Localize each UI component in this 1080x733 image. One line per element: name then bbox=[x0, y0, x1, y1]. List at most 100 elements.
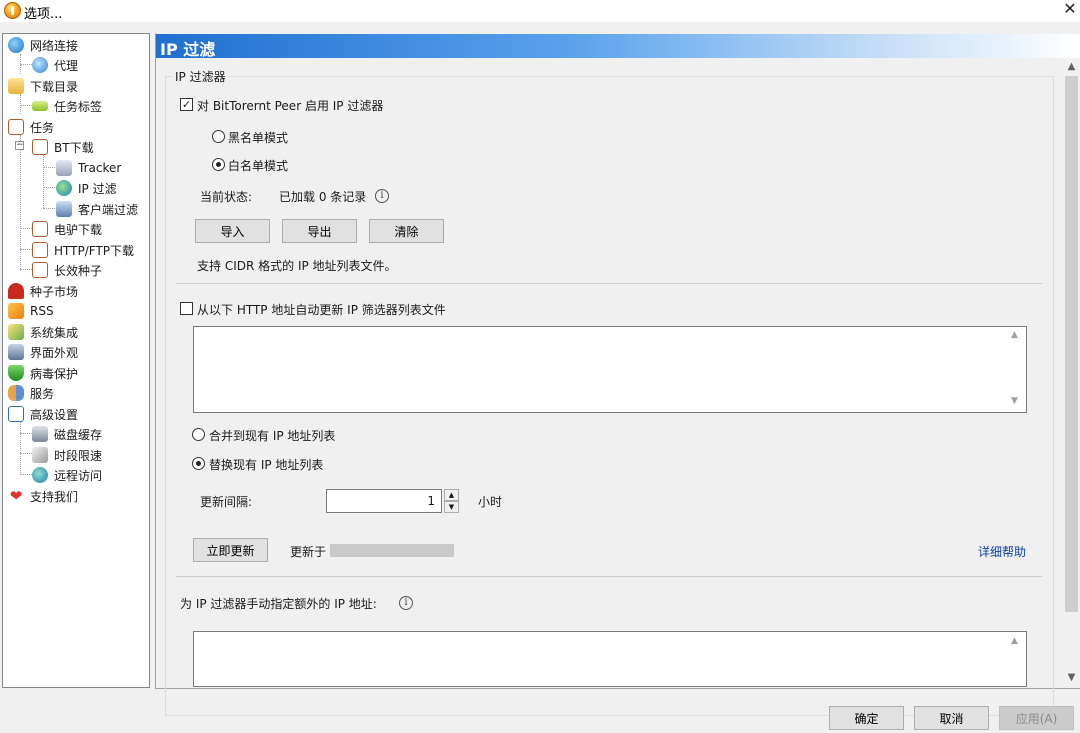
interval-unit: 小时 bbox=[478, 495, 503, 509]
group-label: IP 过滤器 bbox=[172, 68, 229, 85]
ok-button[interactable]: 确定 bbox=[829, 706, 904, 730]
update-now-button[interactable]: 立即更新 bbox=[193, 538, 268, 562]
sidebar-item-network[interactable]: 网络连接 bbox=[8, 35, 78, 55]
scroll-down-icon[interactable]: ▼ bbox=[1063, 669, 1080, 686]
folder-open-icon bbox=[8, 78, 24, 94]
proxy-globe-icon bbox=[32, 57, 48, 73]
scroll-thumb[interactable] bbox=[1065, 76, 1078, 612]
disk-cache-icon bbox=[32, 426, 48, 442]
manual-ip-label: 为 IP 过滤器手动指定额外的 IP 地址: bbox=[180, 597, 377, 611]
sidebar-item-rss[interactable]: RSS bbox=[8, 301, 54, 321]
import-button[interactable]: 导入 bbox=[195, 219, 270, 243]
sidebar-item-long-seeds[interactable]: 长效种子 bbox=[32, 260, 102, 280]
sidebar-item-system-integration[interactable]: 系统集成 bbox=[8, 322, 78, 342]
replace-list-radio[interactable] bbox=[192, 457, 205, 470]
scroll-down-icon[interactable]: ▼ bbox=[1011, 396, 1018, 406]
auto-update-checkbox[interactable] bbox=[180, 302, 193, 315]
sidebar-item-tracker[interactable]: Tracker bbox=[56, 158, 121, 178]
sidebar-item-disk-cache[interactable]: 磁盘缓存 bbox=[32, 424, 102, 444]
tree-line bbox=[20, 94, 21, 114]
sidebar-item-edonkey[interactable]: 电驴下载 bbox=[32, 219, 102, 239]
system-integration-icon bbox=[8, 324, 24, 340]
remote-globe-icon bbox=[32, 467, 48, 483]
task-icon bbox=[8, 119, 24, 135]
sidebar-item-label: Tracker bbox=[78, 161, 122, 175]
divider bbox=[176, 283, 1042, 284]
sidebar-item-tasks[interactable]: 任务 bbox=[8, 117, 54, 137]
interval-input[interactable]: 1 bbox=[326, 489, 442, 513]
blacklist-mode-radio[interactable] bbox=[212, 130, 225, 143]
sidebar-item-label: 下载目录 bbox=[30, 79, 79, 94]
manual-ip-textarea[interactable] bbox=[193, 631, 1027, 687]
merge-list-radio[interactable] bbox=[192, 428, 205, 441]
page-title: IP 过滤 bbox=[160, 40, 216, 59]
whitelist-mode-label: 白名单模式 bbox=[228, 159, 289, 173]
updated-at-redacted bbox=[330, 544, 454, 557]
blacklist-mode-label: 黑名单模式 bbox=[228, 131, 289, 145]
merge-list-label: 合并到现有 IP 地址列表 bbox=[209, 429, 336, 443]
sidebar-item-label: BT下载 bbox=[54, 140, 94, 155]
sidebar-item-label: 磁盘缓存 bbox=[54, 427, 103, 442]
sidebar-item-label: 病毒保护 bbox=[30, 366, 79, 381]
sidebar-item-ip-filter[interactable]: IP 过滤 bbox=[56, 178, 117, 198]
sidebar-item-task-tags[interactable]: 任务标签 bbox=[32, 96, 102, 116]
sidebar-item-appearance[interactable]: 界面外观 bbox=[8, 342, 78, 362]
sidebar-item-label: 服务 bbox=[30, 386, 55, 401]
sidebar-item-support-us[interactable]: ❤ 支持我们 bbox=[8, 486, 78, 506]
help-link[interactable]: 详细帮助 bbox=[978, 543, 1026, 560]
appearance-icon bbox=[8, 344, 24, 360]
rss-icon bbox=[8, 303, 24, 319]
update-url-textarea[interactable] bbox=[193, 326, 1027, 413]
enable-ip-filter-checkbox[interactable]: ✓ bbox=[180, 98, 193, 111]
sidebar-item-label: HTTP/FTP下载 bbox=[54, 243, 135, 258]
sidebar-item-client-filter[interactable]: 客户端过滤 bbox=[56, 199, 138, 219]
apply-button[interactable]: 应用(A) bbox=[999, 706, 1074, 730]
sidebar-item-bt-download[interactable]: BT下载 bbox=[32, 137, 94, 157]
task-icon bbox=[32, 242, 48, 258]
scroll-up-icon[interactable]: ▲ bbox=[1063, 58, 1080, 75]
scroll-up-icon[interactable]: ▲ bbox=[1011, 330, 1018, 340]
panel-header bbox=[156, 34, 1080, 58]
title-bar bbox=[0, 0, 1080, 22]
sidebar-item-remote-access[interactable]: 远程访问 bbox=[32, 465, 102, 485]
tree-line bbox=[20, 228, 32, 229]
sidebar-item-label: 代理 bbox=[54, 58, 79, 73]
info-icon[interactable]: i bbox=[375, 189, 389, 203]
sidebar-item-label: 电驴下载 bbox=[54, 222, 103, 237]
sidebar-item-services[interactable]: 服务 bbox=[8, 383, 54, 403]
sidebar-item-label: 远程访问 bbox=[54, 468, 103, 483]
sidebar-item-download-dir[interactable]: 下载目录 bbox=[8, 76, 78, 96]
updated-at-label: 更新于 bbox=[290, 545, 327, 559]
clear-button[interactable]: 清除 bbox=[369, 219, 444, 243]
sidebar-item-time-limit[interactable]: 时段限速 bbox=[32, 445, 102, 465]
spin-up-icon[interactable]: ▲ bbox=[444, 489, 459, 501]
sidebar-item-label: 时段限速 bbox=[54, 448, 103, 463]
close-icon[interactable]: ✕ bbox=[1060, 0, 1080, 20]
whitelist-mode-radio[interactable] bbox=[212, 158, 225, 171]
options-tree[interactable]: − 网络连接 代理 下载目录 任务标签 任务 BT下载 Tracker IP 过… bbox=[2, 33, 150, 688]
spin-down-icon[interactable]: ▼ bbox=[444, 501, 459, 513]
scroll-up-icon[interactable]: ▲ bbox=[1011, 636, 1018, 646]
tree-line bbox=[20, 453, 32, 454]
sidebar-item-label: 任务标签 bbox=[54, 99, 103, 114]
replace-list-label: 替换现有 IP 地址列表 bbox=[209, 458, 324, 472]
tree-line bbox=[20, 474, 32, 475]
cancel-button[interactable]: 取消 bbox=[914, 706, 989, 730]
sidebar-item-seed-market[interactable]: 种子市场 bbox=[8, 281, 78, 301]
sidebar-item-proxy[interactable]: 代理 bbox=[32, 55, 78, 75]
sidebar-item-http-ftp[interactable]: HTTP/FTP下载 bbox=[32, 240, 134, 260]
info-icon[interactable]: i bbox=[399, 596, 413, 610]
interval-label: 更新间隔: bbox=[200, 495, 253, 509]
task-icon bbox=[32, 221, 48, 237]
tree-line bbox=[43, 167, 55, 168]
sidebar-item-advanced[interactable]: 高级设置 bbox=[8, 404, 78, 424]
tree-line bbox=[20, 64, 32, 65]
export-button[interactable]: 导出 bbox=[282, 219, 357, 243]
tree-line bbox=[20, 135, 21, 271]
magnet-icon bbox=[8, 283, 24, 299]
users-icon bbox=[8, 385, 24, 401]
sidebar-item-virus-protection[interactable]: 病毒保护 bbox=[8, 363, 78, 383]
sidebar-item-label: RSS bbox=[30, 304, 54, 318]
collapse-toggle[interactable]: − bbox=[15, 141, 24, 150]
advanced-settings-icon bbox=[8, 406, 24, 422]
